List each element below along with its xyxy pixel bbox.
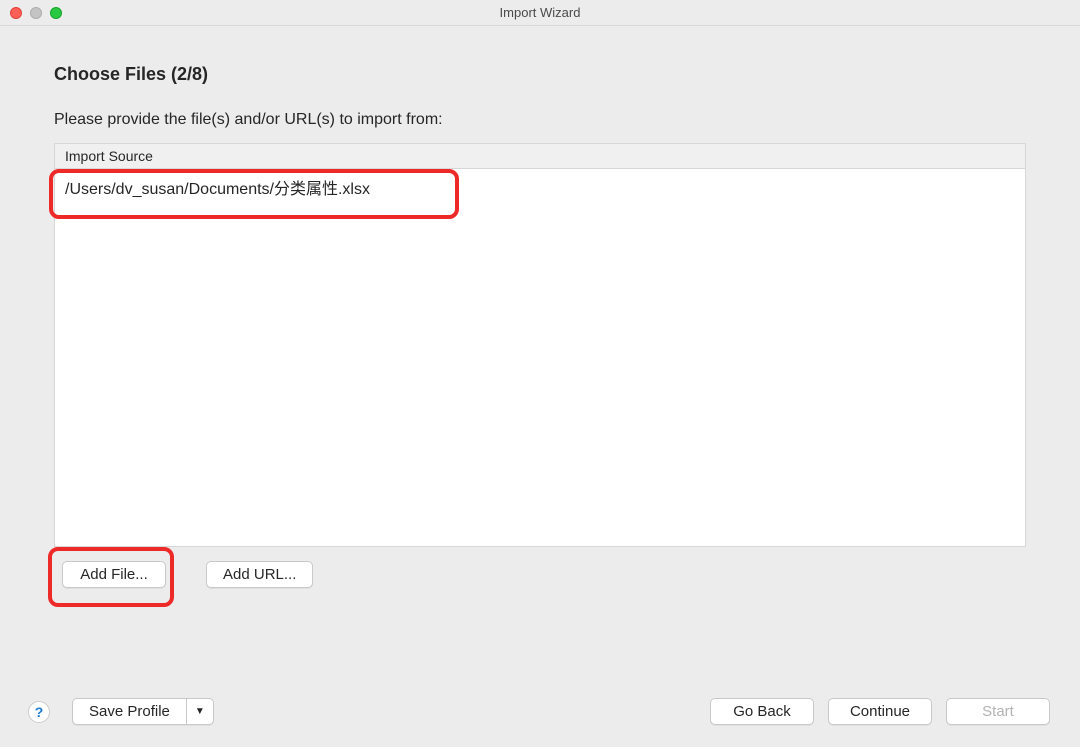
import-source-table: Import Source /Users/dv_susan/Documents/… [54, 143, 1026, 547]
continue-button[interactable]: Continue [828, 698, 932, 725]
page-instruction: Please provide the file(s) and/or URL(s)… [54, 111, 1026, 129]
close-window-icon[interactable] [10, 7, 22, 19]
save-profile-button[interactable]: Save Profile [73, 699, 187, 724]
table-body: /Users/dv_susan/Documents/分类属性.xlsx [55, 169, 1025, 205]
footer-right-buttons: Go Back Continue Start [710, 698, 1050, 725]
wizard-content: Choose Files (2/8) Please provide the fi… [0, 26, 1080, 588]
source-buttons-row: Add File... Add URL... [54, 561, 1026, 588]
go-back-button[interactable]: Go Back [710, 698, 814, 725]
window-controls [0, 7, 62, 19]
save-profile-dropdown-icon[interactable]: ▼ [187, 699, 213, 724]
add-file-button[interactable]: Add File... [62, 561, 166, 588]
window-title: Import Wizard [0, 5, 1080, 20]
start-button: Start [946, 698, 1050, 725]
maximize-window-icon[interactable] [50, 7, 62, 19]
minimize-window-icon [30, 7, 42, 19]
help-icon[interactable]: ? [28, 701, 50, 723]
add-url-button[interactable]: Add URL... [206, 561, 313, 588]
table-row[interactable]: /Users/dv_susan/Documents/分类属性.xlsx [55, 169, 1025, 205]
table-header-import-source[interactable]: Import Source [55, 144, 1025, 169]
titlebar: Import Wizard [0, 0, 1080, 26]
wizard-footer: ? Save Profile ▼ Go Back Continue Start [0, 698, 1080, 725]
save-profile-split-button: Save Profile ▼ [72, 698, 214, 725]
page-heading: Choose Files (2/8) [54, 64, 1026, 85]
